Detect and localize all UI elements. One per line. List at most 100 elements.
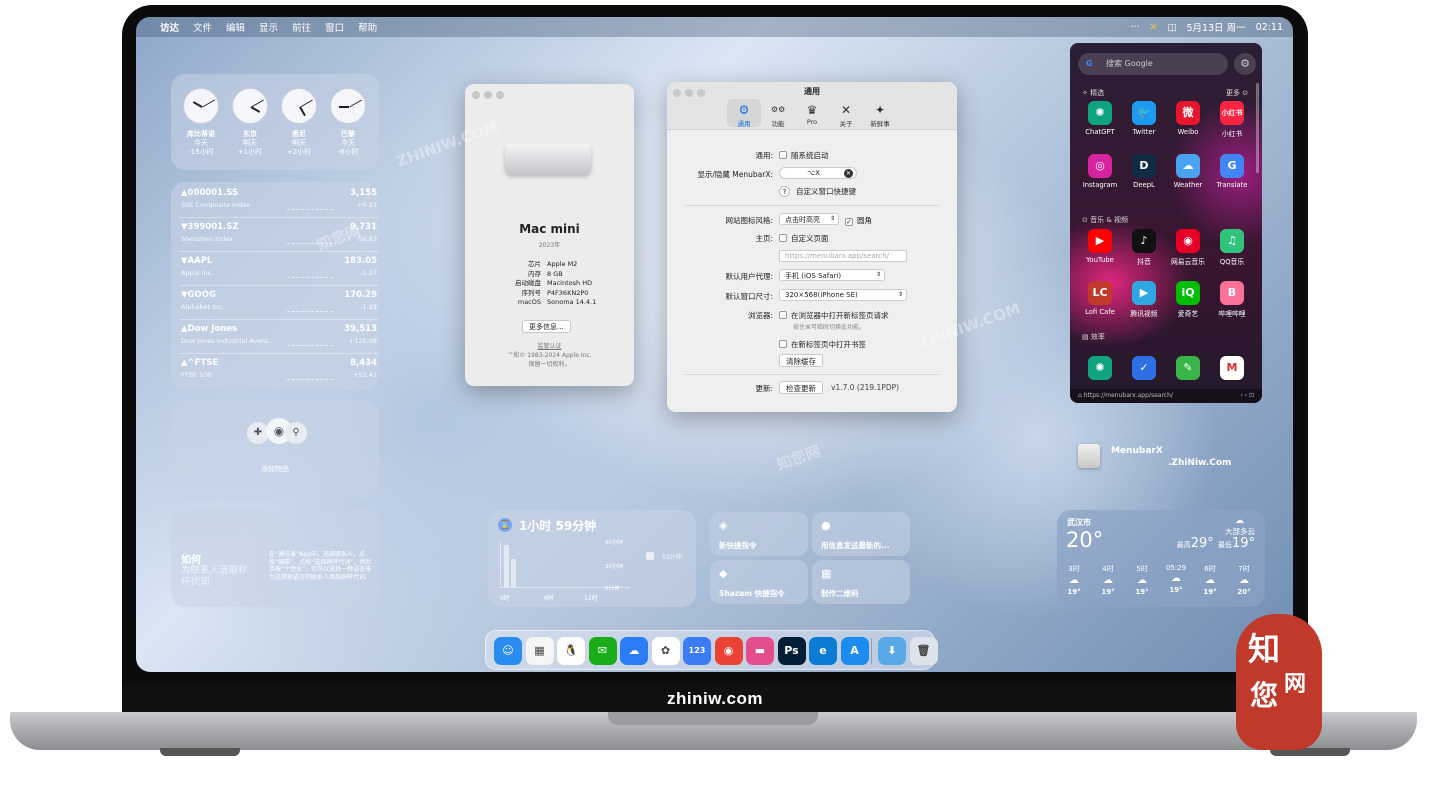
minimize-button[interactable] [484,91,492,99]
launcher-app[interactable]: ✺ ChatGPT [1078,101,1122,136]
stock-row[interactable]: ▲^FTSE FTSE 100 8,434 +52.41 [179,354,379,388]
menu-window[interactable]: 窗口 [325,20,344,34]
dock-wechat-icon[interactable]: ✉ [588,637,617,665]
dock-chrome-icon[interactable]: ◉ [714,637,743,665]
search-field[interactable]: G 搜索 Google [1078,53,1228,75]
custom-window-hotkey-button[interactable]: ? 自定义窗口快捷键 [779,186,856,197]
menu-edit[interactable]: 编辑 [226,20,245,34]
stock-row[interactable]: ▼GOOG Alphabet Inc. 170.29 -1.29 [179,286,379,320]
more-link[interactable]: 更多 ⊙ [1226,88,1248,98]
menu-finder[interactable]: 访达 [160,20,179,34]
launcher-app[interactable]: LC Lofi Cafe [1078,281,1122,316]
shortcut-qr-code[interactable]: ▦ 制作二维码 [812,560,910,604]
dock-123pan-icon[interactable]: 123 [683,637,711,665]
shortcut-new[interactable]: ◈ 新快捷指令 [710,512,808,556]
launcher-app[interactable]: ✎ [1166,356,1210,383]
home-url-input[interactable]: https://menubarx.app/search/ [779,250,907,262]
launcher-app[interactable]: ✓ [1122,356,1166,383]
dock-qq-icon[interactable]: 🐧 [557,637,585,665]
app-label: Instagram [1082,181,1118,189]
dock-finder-icon[interactable]: ☺ [494,637,522,665]
menu-view[interactable]: 显示 [259,20,278,34]
close-button[interactable] [472,91,480,99]
menu-go[interactable]: 前往 [292,20,311,34]
stock-row[interactable]: ▼AAPL Apple Inc. 183.05 -1.27 [179,252,379,286]
menu-file[interactable]: 文件 [193,20,212,34]
launcher-app[interactable]: ◎ Instagram [1078,154,1122,189]
icon-style-select[interactable]: 点击时高亮 ⇕ [779,213,839,225]
dock-launchpad-icon[interactable]: ▦ [525,637,554,665]
launcher-app[interactable]: 微 Weibo [1166,101,1210,136]
rounded-checkbox[interactable]: ✓ 圆角 [845,215,872,226]
home-icon[interactable]: ⌂ [1078,392,1082,399]
window-size-select[interactable]: 320×568(iPhone SE) ⇕ [779,289,907,301]
find-my-widget[interactable]: ✚ ◉ ⚲ 添加物品 [171,400,379,498]
settings-gear-icon[interactable]: ⚙ [1234,53,1256,75]
user-agent-select[interactable]: 手机 (iOS Safari) ⇕ [779,269,885,281]
launcher-app[interactable]: ◉ 网易云音乐 [1166,229,1210,266]
launcher-app[interactable]: ▶ YouTube [1078,229,1122,264]
clear-cache-button[interactable]: 清除缓存 [779,354,823,367]
stock-row[interactable]: ▲000001.SS SSE Composite Index 3,155 +0.23 [179,184,379,218]
overflow-dots-icon[interactable]: ··· [1130,22,1139,33]
launcher-app[interactable]: ☁ Weather [1166,154,1210,189]
tab-about[interactable]: ✕ 关于 [832,102,860,128]
tab-whats-new[interactable]: ✦ 新鲜事 [866,102,894,128]
custom-home-checkbox[interactable]: 自定义页面 [779,233,829,244]
app-label: 爱奇艺 [1177,310,1199,318]
launcher-app[interactable]: M [1210,356,1254,383]
weather-widget[interactable]: 武汉市 20° ☁ 大部多云 最高29° 最低19° 3时 ☁ 19° 4时 ☁ 19° 5… [1057,510,1265,607]
menubar-date[interactable]: 5月13日 周一 [1186,20,1245,34]
site-label: zhiniw.com [667,689,763,708]
sparkline [287,328,333,346]
dock-app-store-icon[interactable]: A [840,637,869,665]
hotkey-recorder[interactable]: ⌥X ✕ [779,167,857,179]
check-update-button[interactable]: 检查更新 [779,381,823,394]
regulatory-link[interactable]: 监管认证 [465,341,634,350]
launcher-app[interactable]: ♫ QQ音乐 [1210,229,1254,266]
clear-hotkey-icon[interactable]: ✕ [844,169,853,178]
tips-widget[interactable]: 如何 为联系人选取称呼代词 在“通讯录”App中，选择联系人，点按“编辑”，点按… [171,509,379,607]
launcher-app[interactable]: ✺ [1078,356,1122,383]
tab-general[interactable]: ⚙ 通用 [730,102,758,128]
dock-trash-icon[interactable]: 🗑 [909,637,938,665]
world-clock-widget[interactable]: 库比蒂诺 今天 -15小时 东京 明天 +1小时 悉尼 明天 +2小时 巴黎 今天 -6小时 [171,74,379,170]
dock-baidu-netdisk-icon[interactable]: ☁ [620,637,648,665]
panel-url: https://menubarx.app/search/ [1083,392,1173,399]
shortcut-send-message[interactable]: ● 用信息发送最新的... [812,512,910,556]
open-bookmarks-new-tab-checkbox[interactable]: 在新标签页中打开书签 [779,339,866,350]
menu-help[interactable]: 帮助 [358,20,377,34]
dock-edge-icon[interactable]: e [809,637,837,665]
dock-downloads-icon[interactable]: ⬇ [878,637,906,665]
nav-arrows-icon[interactable]: ‹ › ⊡ [1240,389,1254,403]
launcher-app[interactable]: B 哔哩哔哩 [1210,281,1254,318]
help-icon[interactable]: ? [779,186,790,197]
menubarx-desktop-icon[interactable]: MenubarX [1078,442,1178,472]
launcher-app[interactable]: iQ 爱奇艺 [1166,281,1210,318]
dock-photoshop-icon[interactable]: Ps [777,637,806,665]
dock-photos-cloud-icon[interactable]: ✿ [651,637,680,665]
menubarx-launcher-panel[interactable]: G 搜索 Google ⚙ ✧ 精选 更多 ⊙ ✺ ChatGPT 🐦 Twitter… [1070,43,1262,403]
more-info-button[interactable]: 更多信息... [522,320,571,333]
zoom-button[interactable] [496,91,504,99]
launcher-app[interactable]: G Translate [1210,154,1254,189]
menubar-time[interactable]: 02:11 [1256,22,1283,33]
launch-at-login-checkbox[interactable]: 随系统启动 [779,150,829,161]
launcher-app[interactable]: ▶ 腾讯视频 [1122,281,1166,318]
scrollbar[interactable] [1256,83,1259,173]
launcher-app[interactable]: D DeepL [1122,154,1166,189]
stocks-widget[interactable]: ▲000001.SS SSE Composite Index 3,155 +0.23 … [171,182,379,390]
screen-time-widget[interactable]: ⌛ 1小时 59分钟 60分钟 30分钟 0分钟 0时 6时 12时 53分钟 [488,510,696,607]
control-center-icon[interactable]: ◫ [1167,22,1176,33]
shortcut-shazam[interactable]: ◆ Shazam 快捷指令 [710,560,808,604]
launcher-app[interactable]: 🐦 Twitter [1122,101,1166,136]
tab-features[interactable]: ⚙⚙ 功能 [764,102,792,128]
tab-pro[interactable]: ♛ Pro [798,102,826,126]
open-in-browser-checkbox[interactable]: 在浏览器中打开新标签页请求 [779,310,889,321]
dock-cleanmymac-icon[interactable]: ▬ [746,637,774,665]
launcher-app[interactable]: 小红书 小红书 [1210,101,1254,138]
launcher-app[interactable]: ♪ 抖音 [1122,229,1166,266]
stock-row[interactable]: ▲Dow Jones Dow Jones Industrial Avera... 3… [179,320,379,354]
menubarx-status-icon[interactable]: ✕ [1150,22,1158,33]
menubarx-settings-window[interactable]: 通用 ⚙ 通用 ⚙⚙ 功能 ♛ Pro ✕ 关于 ✦ 新鲜事 通用: 随系统启动 显示/隐… [667,82,957,412]
